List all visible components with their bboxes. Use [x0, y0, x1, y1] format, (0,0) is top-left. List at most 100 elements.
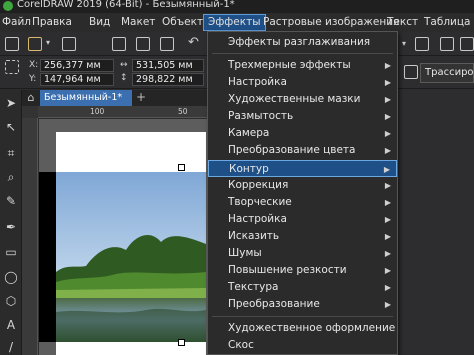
- submenu-arrow-icon: ▶: [384, 95, 391, 104]
- save-icon[interactable]: [62, 37, 76, 51]
- height-field[interactable]: 298,822 мм: [132, 73, 204, 86]
- crop-tool-icon[interactable]: ⌗: [4, 146, 18, 160]
- submenu-arrow-icon: ▶: [384, 181, 391, 190]
- menu-item-bevel[interactable]: Скос: [208, 337, 397, 354]
- fullscreen-icon[interactable]: [415, 37, 429, 51]
- menu-item-label: Эффекты разглаживания: [228, 36, 371, 48]
- landscape-image: [56, 172, 206, 342]
- horizontal-ruler[interactable]: 100 50: [38, 106, 208, 118]
- polygon-tool-icon[interactable]: ⬡: [4, 294, 18, 308]
- y-position-field[interactable]: 147,964 мм: [40, 73, 114, 86]
- menu-item-sharpen[interactable]: Повышение резкости ▶: [208, 262, 397, 279]
- y-label: Y:: [29, 74, 37, 84]
- menu-item-color-transform[interactable]: Преобразование цвета ▶: [208, 142, 397, 159]
- menu-file[interactable]: Файл: [2, 15, 31, 30]
- open-folder-icon[interactable]: [28, 37, 42, 51]
- snap-icon[interactable]: [440, 37, 454, 51]
- freehand-tool-icon[interactable]: ✎: [4, 194, 18, 208]
- zoom-tool-icon[interactable]: ⌕: [4, 170, 18, 184]
- submenu-arrow-icon: ▶: [384, 300, 391, 309]
- export-icon[interactable]: [136, 37, 150, 51]
- chevron-down-icon[interactable]: ▾: [46, 38, 50, 47]
- black-shape[interactable]: [39, 172, 56, 342]
- ellipse-tool-icon[interactable]: ◯: [4, 270, 18, 284]
- menu-item-3d-effects[interactable]: Трехмерные эффекты ▶: [208, 57, 397, 74]
- menu-item-label: Художественные мазки: [228, 93, 361, 105]
- submenu-arrow-icon: ▶: [384, 146, 391, 155]
- menu-item-art-strokes[interactable]: Художественные мазки ▶: [208, 91, 397, 108]
- title-bar: CorelDRAW 2019 (64-Bit) - Безымянный-1*: [0, 0, 474, 13]
- x-position-field[interactable]: 256,377 мм: [40, 59, 114, 72]
- object-origin-icon[interactable]: [5, 60, 19, 74]
- menu-item-contour[interactable]: Контур ▶: [208, 160, 397, 177]
- submenu-arrow-icon: ▶: [384, 249, 391, 258]
- menu-table[interactable]: Таблица: [424, 15, 470, 30]
- menu-item-label: Настройка: [228, 213, 287, 225]
- ruler-tick-label: 100: [90, 107, 105, 116]
- menu-item-camera[interactable]: Камера ▶: [208, 125, 397, 142]
- menu-item-smoothing-effects[interactable]: Эффекты разглаживания: [208, 34, 397, 51]
- menu-effects[interactable]: Эффекты: [203, 14, 266, 31]
- new-document-icon[interactable]: [5, 37, 19, 51]
- menu-item-label: Творческие: [228, 196, 292, 208]
- window-title: CorelDRAW 2019 (64-Bit) - Безымянный-1*: [17, 0, 235, 10]
- menu-edit[interactable]: Правка: [32, 15, 72, 30]
- menu-separator: [212, 53, 393, 54]
- x-label: X:: [29, 60, 39, 70]
- resize-handle-bottom-right[interactable]: [178, 339, 185, 346]
- shape-tool-icon[interactable]: ↖: [4, 120, 18, 134]
- menu-item-custom[interactable]: Настройка ▶: [208, 211, 397, 228]
- menu-item-correction[interactable]: Коррекция ▶: [208, 177, 397, 194]
- menu-item-transform[interactable]: Преобразование ▶: [208, 296, 397, 313]
- trace-bitmap-button[interactable]: Трассирова: [420, 63, 474, 83]
- menu-item-label: Преобразование: [228, 298, 320, 310]
- menu-item-adjust[interactable]: Настройка ▶: [208, 74, 397, 91]
- menu-object[interactable]: Объект: [162, 15, 203, 30]
- rectangle-tool-icon[interactable]: ▭: [4, 245, 18, 259]
- document-tab[interactable]: Безымянный-1*: [40, 90, 132, 106]
- ruler-corner[interactable]: [22, 106, 38, 118]
- menu-item-label: Преобразование цвета: [228, 144, 356, 156]
- toolbox: ➤ ↖ ⌗ ⌕ ✎ ✒ ▭ ◯ ⬡ A /: [0, 90, 22, 355]
- text-tool-icon[interactable]: A: [4, 318, 18, 332]
- menu-bar: Файл Правка Вид Макет Объект Эффекты Рас…: [0, 13, 474, 32]
- menu-item-label: Камера: [228, 127, 270, 139]
- docker-panel: [398, 90, 474, 355]
- menu-item-label: Контур: [229, 163, 269, 175]
- vertical-ruler[interactable]: [22, 118, 38, 355]
- artistic-media-icon[interactable]: ✒: [4, 220, 18, 234]
- home-icon[interactable]: ⌂: [24, 91, 38, 105]
- submenu-arrow-icon: ▶: [384, 61, 391, 70]
- menu-item-creative[interactable]: Творческие ▶: [208, 194, 397, 211]
- trace-bitmap-icon[interactable]: [404, 65, 418, 79]
- width-field[interactable]: 531,505 мм: [132, 59, 204, 72]
- submenu-arrow-icon: ▶: [384, 283, 391, 292]
- menu-item-label: Трехмерные эффекты: [228, 59, 351, 71]
- print-icon[interactable]: [160, 37, 174, 51]
- import-icon[interactable]: [112, 37, 126, 51]
- menu-item-noise[interactable]: Шумы ▶: [208, 245, 397, 262]
- menu-item-blur[interactable]: Размытость ▶: [208, 108, 397, 125]
- menu-item-distort[interactable]: Исказить ▶: [208, 228, 397, 245]
- landscape-bitmap[interactable]: [56, 172, 206, 342]
- width-icon: ↔: [120, 60, 128, 70]
- menu-layout[interactable]: Макет: [121, 15, 155, 30]
- menu-text[interactable]: Текст: [387, 15, 418, 30]
- launch-icon[interactable]: [460, 37, 474, 51]
- chevron-down-icon[interactable]: ▾: [402, 39, 406, 48]
- menu-bitmaps[interactable]: Растровые изображения: [263, 15, 399, 30]
- menu-view[interactable]: Вид: [89, 15, 110, 30]
- menu-item-label: Текстура: [228, 281, 279, 293]
- menu-item-label: Повышение резкости: [228, 264, 347, 276]
- submenu-arrow-icon: ▶: [384, 78, 391, 87]
- resize-handle-top-right[interactable]: [178, 164, 185, 171]
- menu-item-label: Размытость: [228, 110, 294, 122]
- pick-tool-icon[interactable]: ➤: [4, 96, 18, 110]
- menu-item-artistic-media[interactable]: Художественное оформление: [208, 320, 397, 337]
- submenu-arrow-icon: ▶: [384, 215, 391, 224]
- add-tab-icon[interactable]: +: [135, 90, 147, 106]
- menu-item-texture[interactable]: Текстура ▶: [208, 279, 397, 296]
- submenu-arrow-icon: ▶: [384, 198, 391, 207]
- line-tool-icon[interactable]: /: [4, 340, 18, 354]
- undo-icon[interactable]: ↶: [188, 35, 199, 50]
